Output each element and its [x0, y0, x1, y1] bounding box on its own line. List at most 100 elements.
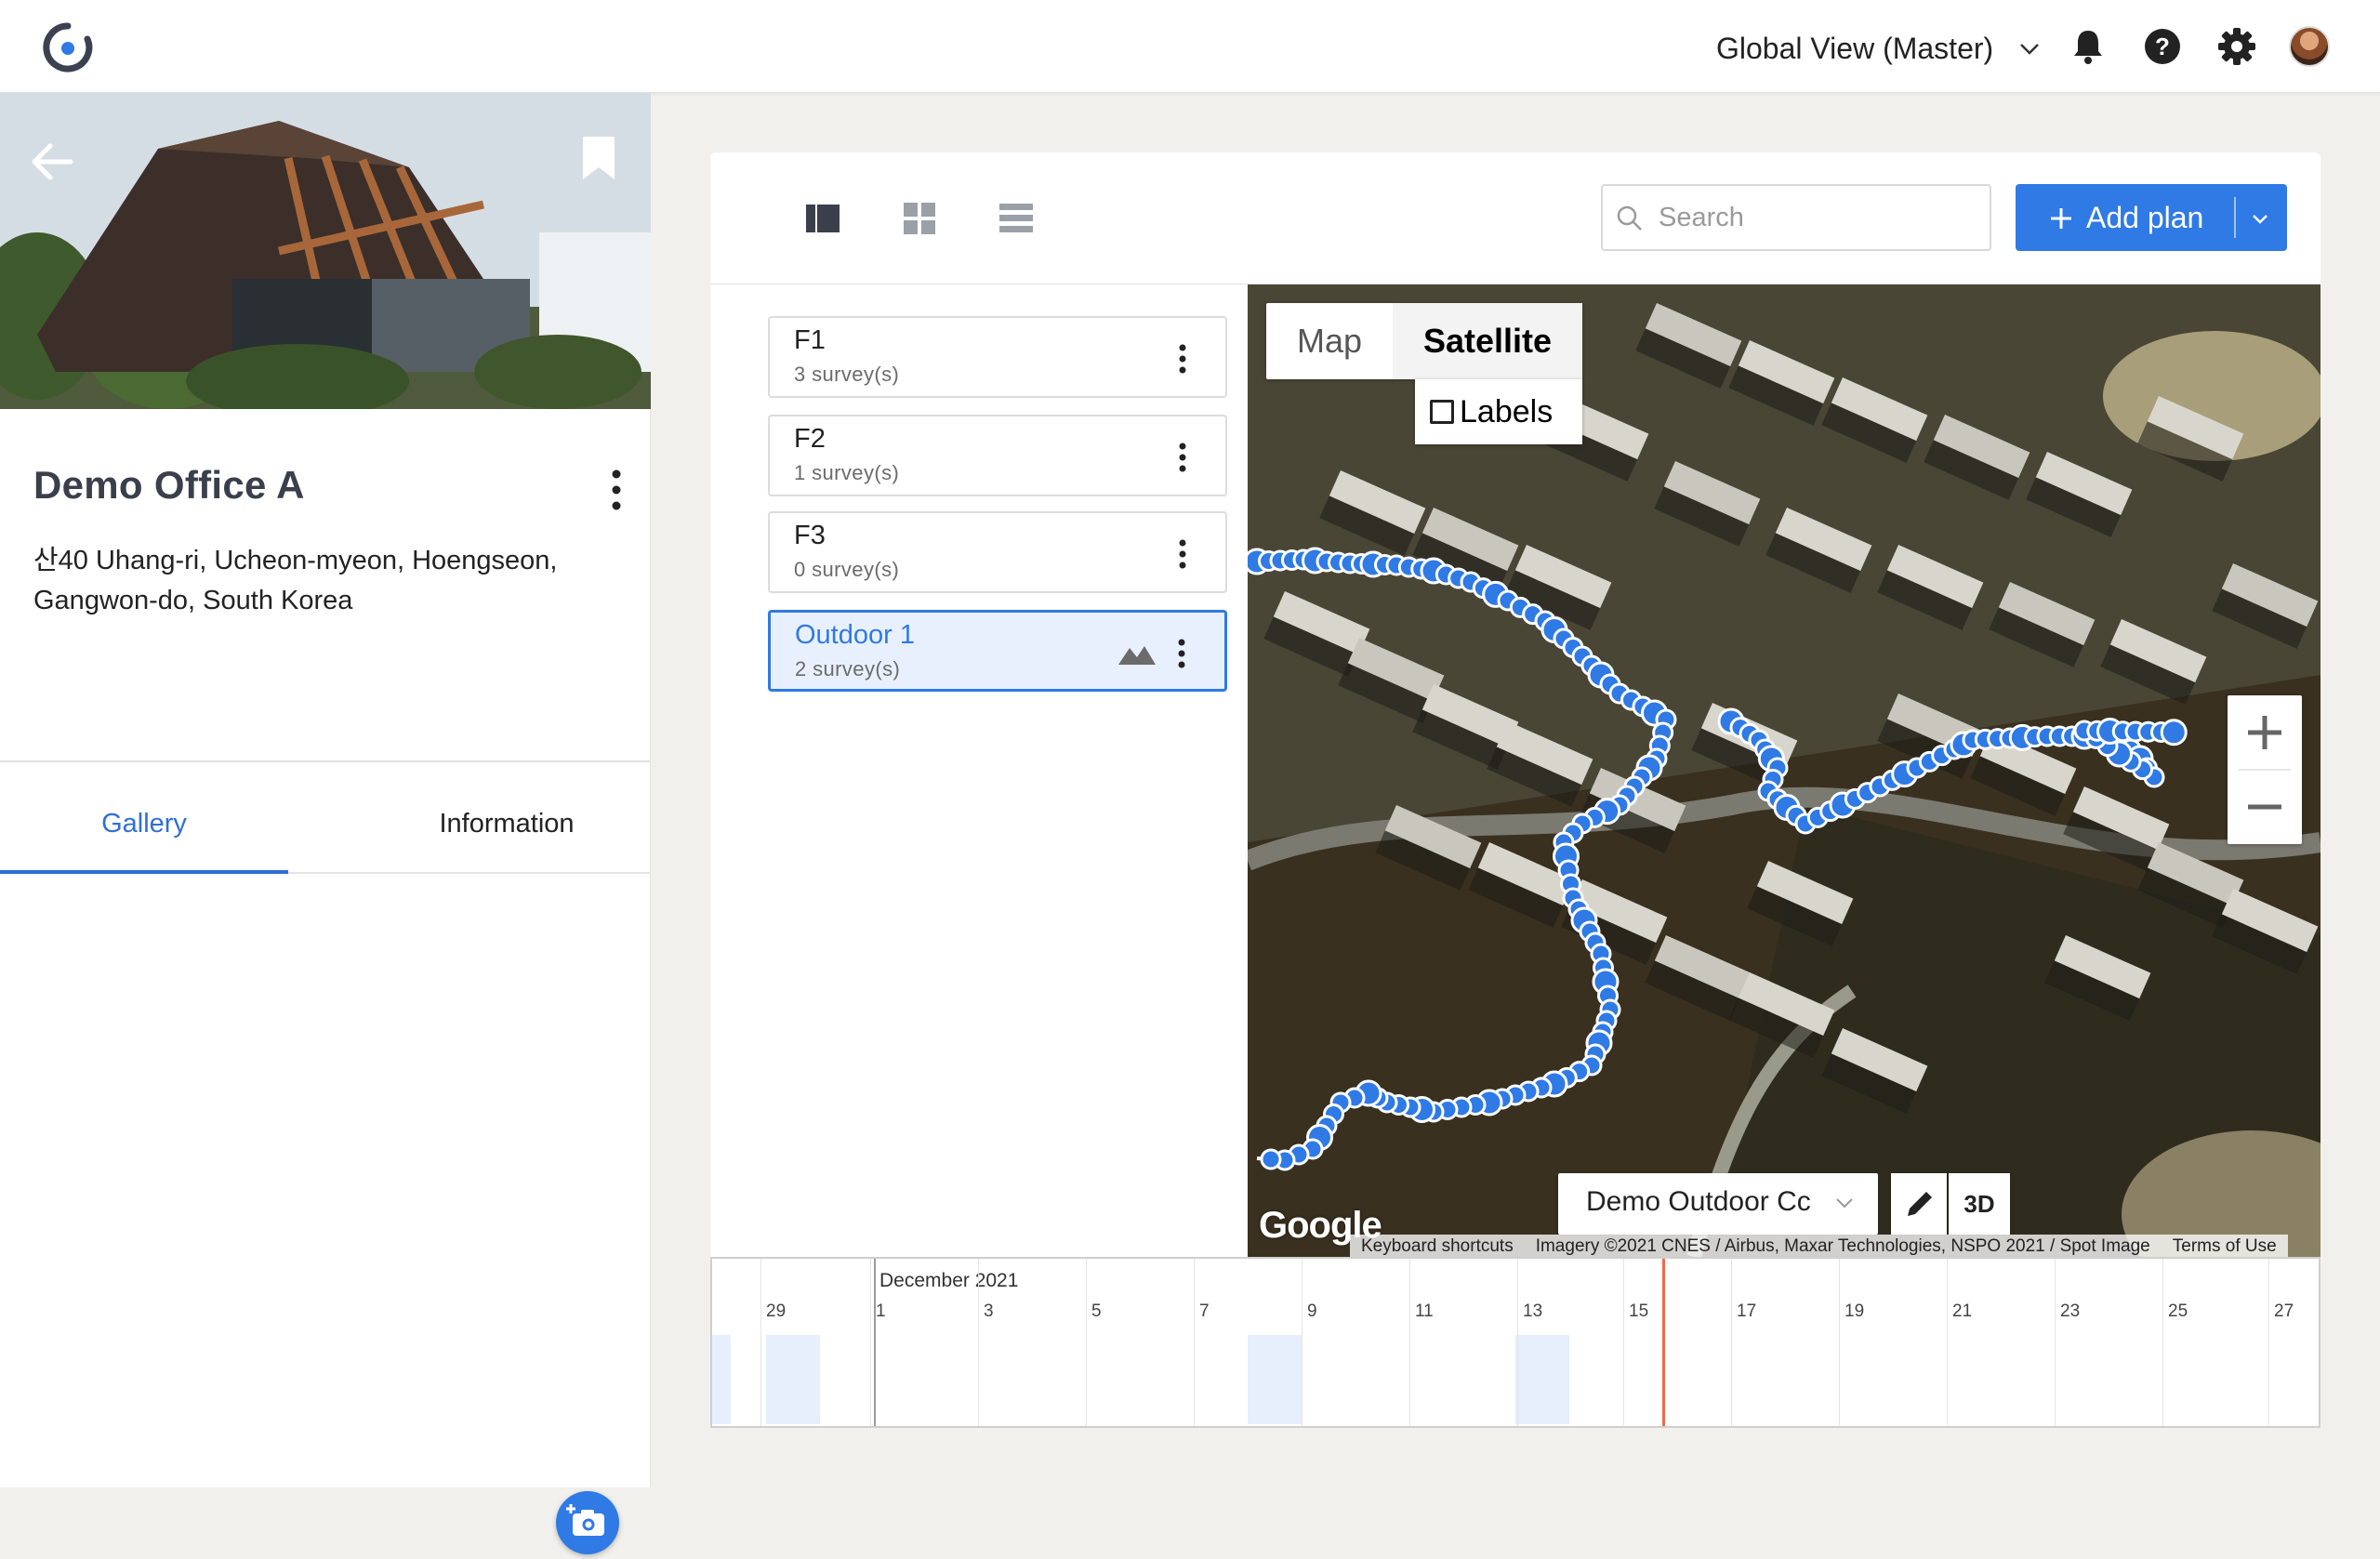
more-icon[interactable] [1177, 441, 1188, 474]
top-bar: Global View (Master) ? [0, 0, 2380, 93]
timeline-gridline [2162, 1259, 2163, 1426]
tab-gallery[interactable]: Gallery [0, 809, 288, 839]
tab-information[interactable]: Information [363, 809, 651, 839]
back-arrow-icon[interactable] [28, 138, 76, 186]
site-title: Demo Office A [33, 463, 305, 507]
site-more-icon[interactable] [610, 469, 623, 511]
timeline-day-label: 11 [1415, 1301, 1434, 1321]
timeline-month: December 2021 [879, 1270, 1019, 1291]
timeline-gridline [1086, 1259, 1087, 1426]
mountain-icon [1118, 646, 1156, 665]
plan-item-outdoor-1[interactable]: Outdoor 1 2 survey(s) [768, 610, 1227, 692]
timeline-day-label: 7 [1199, 1301, 1210, 1321]
grid-view-icon[interactable] [900, 199, 939, 238]
add-plan-button[interactable]: Add plan [2016, 184, 2287, 251]
plans-toolbar: Add plan [710, 152, 2320, 284]
timeline-day-label: 25 [2168, 1301, 2188, 1321]
help-icon[interactable]: ? [2142, 26, 2183, 67]
labels-checkbox[interactable] [1430, 400, 1454, 424]
timeline-gridline [1623, 1259, 1624, 1426]
more-icon[interactable] [1177, 537, 1188, 571]
plan-item-f1[interactable]: F1 3 survey(s) [768, 316, 1227, 398]
imagery-credit: Imagery ©2021 CNES / Airbus, Maxar Techn… [1524, 1235, 2162, 1257]
plan-survey-count: 1 survey(s) [794, 461, 900, 484]
timeline-day-label: 29 [766, 1301, 787, 1321]
gear-icon[interactable] [2216, 26, 2257, 67]
gps-point[interactable] [2160, 719, 2188, 746]
list-view-icon[interactable] [997, 199, 1036, 238]
timeline-gridline [1517, 1259, 1518, 1426]
3d-button[interactable]: 3D [1949, 1173, 2010, 1235]
month-divider [874, 1259, 876, 1426]
add-plan-label: Add plan [2086, 201, 2204, 234]
timeline-day-label: 17 [1737, 1301, 1757, 1321]
timeline-gridline [1731, 1259, 1732, 1426]
map-type-satellite[interactable]: Satellite [1393, 303, 1582, 379]
keyboard-shortcuts-link[interactable]: Keyboard shortcuts [1350, 1235, 1525, 1257]
terms-link[interactable]: Terms of Use [2161, 1235, 2288, 1257]
global-view-select[interactable]: Global View (Master) [1716, 28, 2042, 69]
site-photo [0, 93, 651, 409]
survey-day-block[interactable] [766, 1335, 820, 1424]
bell-icon[interactable] [2068, 26, 2109, 67]
plan-name: F2 [794, 424, 826, 454]
pencil-icon [1908, 1192, 1932, 1216]
plan-survey-count: 2 survey(s) [795, 657, 901, 680]
timeline-day-label: 27 [2274, 1301, 2294, 1321]
timeline-day-label: 5 [1091, 1301, 1102, 1321]
timeline-gridline [1409, 1259, 1410, 1426]
satellite-imagery [1248, 284, 2320, 1257]
zoom-out-icon[interactable] [2228, 770, 2302, 844]
more-icon[interactable] [1176, 637, 1187, 670]
chevron-down-icon [1836, 1198, 1853, 1209]
plan-survey-count: 0 survey(s) [794, 558, 900, 581]
labels-toggle[interactable]: Labels [1415, 379, 1582, 444]
survey-timeline[interactable]: December 2021 29 1 3 5 7 9 11 13 15 17 19 21 23 25 27 [710, 1257, 2320, 1428]
zoom-control [2228, 695, 2302, 844]
layer-select[interactable]: Demo Outdoor Cc [1558, 1173, 1878, 1235]
plan-survey-count: 3 survey(s) [794, 363, 900, 386]
timeline-day-label: 3 [984, 1301, 994, 1321]
search-box[interactable] [1601, 184, 1991, 251]
logo-icon[interactable] [41, 22, 95, 73]
timeline-day-label: 15 [1629, 1301, 1649, 1321]
timeline-day-label: 21 [1952, 1301, 1973, 1321]
button-separator [2234, 197, 2236, 238]
timeline-gridline [2268, 1259, 2269, 1426]
chevron-down-icon[interactable] [2246, 206, 2274, 231]
plan-item-f3[interactable]: F3 0 survey(s) [768, 511, 1227, 593]
map-view[interactable]: Map Satellite Labels Demo Outdoor Cc 3D … [1248, 284, 2320, 1257]
more-icon[interactable] [1177, 342, 1188, 376]
plan-item-f2[interactable]: F2 1 survey(s) [768, 415, 1227, 496]
timeline-day-label: 9 [1307, 1301, 1317, 1321]
plan-name: Outdoor 1 [795, 620, 915, 650]
timeline-day-label: 23 [2060, 1301, 2081, 1321]
survey-day-block[interactable] [712, 1335, 731, 1424]
survey-day-block[interactable] [1515, 1335, 1569, 1424]
zoom-in-icon[interactable] [2228, 695, 2302, 770]
timeline-gridline [978, 1259, 979, 1426]
plus-icon [2051, 207, 2071, 229]
timeline-day-label: 1 [876, 1301, 886, 1321]
gps-point[interactable] [1260, 1148, 1282, 1170]
site-panel: Demo Office A 산40 Uhang-ri, Ucheon-myeon… [0, 93, 651, 1554]
global-view-label: Global View (Master) [1716, 31, 1994, 65]
plans-card: Add plan F1 3 survey(s) F2 1 survey(s) F… [710, 152, 2320, 1428]
tab-active-indicator [0, 870, 288, 874]
divider [0, 760, 651, 762]
svg-text:?: ? [2155, 33, 2170, 60]
map-type-map[interactable]: Map [1266, 303, 1393, 379]
site-address: 산40 Uhang-ri, Ucheon-myeon, Hoengseon, G… [33, 546, 558, 615]
avatar[interactable] [2289, 26, 2330, 67]
survey-day-block[interactable] [1248, 1335, 1302, 1424]
edit-button[interactable] [1891, 1173, 1947, 1235]
plan-name: F3 [794, 521, 826, 550]
split-view-icon[interactable] [803, 199, 842, 238]
add-photo-button[interactable] [556, 1491, 619, 1554]
current-time-marker [1662, 1259, 1665, 1426]
bookmark-icon[interactable] [580, 134, 617, 182]
timeline-gridline [1947, 1259, 1948, 1426]
timeline-gridline [870, 1259, 871, 1426]
search-input[interactable] [1659, 197, 1975, 238]
map-type-control: Map Satellite [1266, 303, 1582, 379]
